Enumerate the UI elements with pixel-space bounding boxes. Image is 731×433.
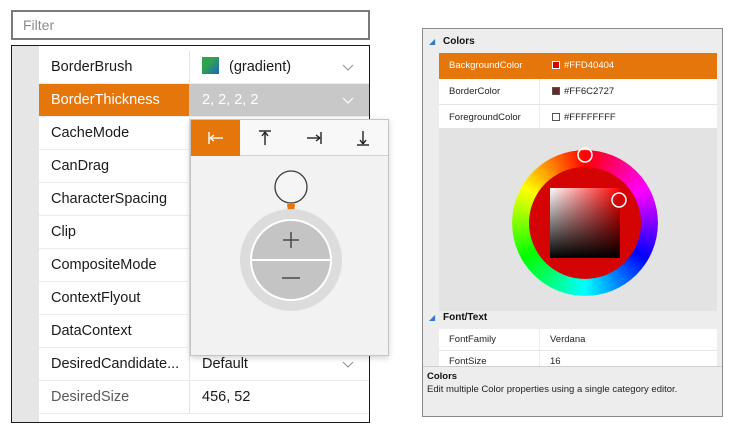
top-side-button[interactable] [240,120,289,156]
category-title: Font/Text [443,312,488,323]
color-row-background[interactable]: BackgroundColor #FFD40404 [439,53,717,79]
font-row-family[interactable]: FontFamily Verdana [439,329,717,351]
chevron-down-icon[interactable] [341,357,355,371]
collapse-triangle-icon[interactable]: ◢ [429,307,435,329]
color-swatch [552,87,560,95]
hue-handle [577,147,593,163]
color-value[interactable]: #FF6C2727 [539,79,717,104]
chevron-down-icon[interactable] [341,93,355,107]
property-row-desiredsize: DesiredSize 456, 52 [39,381,369,414]
color-value[interactable]: #FFD40404 [539,53,717,78]
color-name: BorderColor [449,86,501,97]
property-name: CompositeMode [51,257,157,273]
color-swatch [552,113,560,121]
property-value[interactable]: (gradient) [189,51,369,83]
color-swatch [552,61,560,69]
thickness-editor-popup [190,119,389,356]
color-value-text: #FFFFFFFF [564,112,616,123]
gradient-swatch [202,57,219,74]
color-category-editor: ◢ Colors BackgroundColor #FFD40404 Borde… [422,28,723,417]
property-row-borderbrush[interactable]: BorderBrush (gradient) [39,51,369,84]
filter-input[interactable]: Filter [11,10,370,40]
property-name: ContextFlyout [51,290,141,306]
color-wheel[interactable] [439,128,717,311]
thickness-stepper[interactable] [240,170,342,345]
property-row-borderthickness[interactable]: BorderThickness 2, 2, 2, 2 [39,84,369,117]
property-name: Clip [51,224,76,240]
top-edge-icon [258,130,271,145]
property-name: CharacterSpacing [51,191,168,207]
left-edge-icon [207,132,223,144]
property-name: DesiredCandidate... [51,356,180,372]
bottom-edge-icon [356,131,369,146]
grid-gutter [12,46,39,422]
property-value-text: (gradient) [229,59,292,75]
description-text: Edit multiple Color properties using a s… [427,384,678,395]
property-value-text: Default [202,356,248,372]
right-side-button[interactable] [289,120,338,156]
property-name: CanDrag [51,158,110,174]
color-row-border[interactable]: BorderColor #FF6C2727 [439,79,717,105]
color-name: ForegroundColor [449,112,521,123]
color-value[interactable]: #FFFFFFFF [539,105,717,130]
description-title: Colors [427,371,458,382]
bottom-side-button[interactable] [338,120,387,156]
color-value-text: #FF6C2727 [564,86,615,97]
collapse-triangle-icon[interactable]: ◢ [429,31,435,53]
category-title: Colors [443,36,475,47]
property-value[interactable]: 2, 2, 2, 2 [189,84,369,116]
side-selector [191,120,388,156]
property-name: CacheMode [51,125,130,141]
property-name: BorderBrush [51,59,133,75]
description-pane: Colors Edit multiple Color properties us… [423,366,722,416]
chevron-down-icon[interactable] [341,60,355,74]
color-value-text: #FFD40404 [564,60,615,71]
font-property-value[interactable]: Verdana [539,329,717,351]
category-header-colors[interactable]: ◢ Colors [423,31,722,53]
color-picker-area [439,128,717,311]
font-property-name: FontFamily [449,334,496,345]
property-value: 456, 52 [189,381,369,413]
color-name: BackgroundColor [449,60,523,71]
category-header-font-text[interactable]: ◢ Font/Text [423,307,722,329]
property-name: DesiredSize [51,389,130,405]
right-edge-icon [306,132,322,144]
left-side-button[interactable] [191,120,240,156]
property-value-text: 2, 2, 2, 2 [202,92,259,108]
property-name: BorderThickness [39,84,189,116]
property-name: DataContext [51,323,132,339]
